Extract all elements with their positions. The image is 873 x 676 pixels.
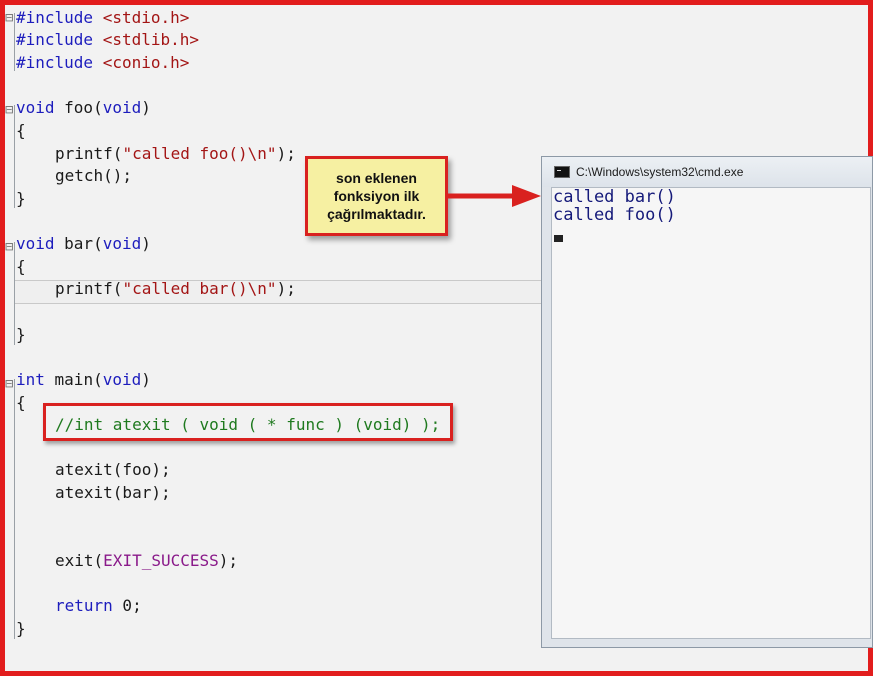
code-line-foo-signature: void foo(void) [16,97,151,119]
cmd-icon [554,166,570,178]
code-line-foo-printf: printf("called foo()\n"); [55,143,296,165]
keyword-int: int [16,370,45,389]
string-literal: "called foo()\n" [122,144,277,163]
return-value: 0; [112,596,142,615]
console-cursor [554,235,563,242]
fold-guide [14,379,15,639]
keyword-void: void [102,98,142,117]
code-line-brace: { [16,257,26,276]
code-line-include-stdio: #include <stdio.h> [16,7,189,29]
annotation-callout: son eklenen fonksiyon ilk çağrılmaktadır… [305,156,448,236]
punctuation: ); [218,551,239,570]
preprocessor-directive: #include [16,30,94,49]
callout-text-line: son eklenen [336,170,417,186]
function-name: foo( [54,98,103,117]
fold-toggle-icon[interactable]: ⊟ [5,103,15,117]
keyword-return: return [55,596,113,615]
code-line-atexit-bar: atexit(bar); [55,483,171,502]
console-title-bar[interactable]: C:\Windows\system32\cmd.exe [542,157,872,187]
code-line-atexit-foo: atexit(foo); [55,460,171,479]
header-name: <stdlib.h> [102,30,200,49]
fold-guide [14,242,15,345]
code-line-bar-printf: printf("called bar()\n"); [55,278,296,300]
keyword-void: void [102,370,142,389]
fold-toggle-icon[interactable]: ⊟ [5,377,15,391]
code-line-include-stdlib: #include <stdlib.h> [16,29,199,51]
header-name: <stdio.h> [102,8,190,27]
fold-toggle-icon[interactable]: ⊟ [5,11,15,25]
preprocessor-directive: #include [16,8,94,27]
code-line-bar-signature: void bar(void) [16,233,151,255]
code-line-brace: } [16,325,26,344]
code-line-getch: getch(); [55,166,133,185]
paren: ) [141,98,151,117]
function-name: main( [44,370,103,389]
fold-toggle-icon[interactable]: ⊟ [5,240,15,254]
paren: ) [141,370,151,389]
code-line-return: return 0; [55,595,142,617]
preprocessor-directive: #include [16,53,94,72]
console-output-line: called foo() [553,205,676,225]
console-output-area[interactable]: called bar() called foo() [551,187,871,639]
macro-constant: EXIT_SUCCESS [103,551,219,570]
punctuation: ); [276,144,296,163]
code-line-brace: } [16,619,26,638]
function-call: printf( [55,279,123,298]
code-line-brace: } [16,189,26,208]
code-line-main-signature: int main(void) [16,369,151,391]
function-call: printf( [55,144,123,163]
code-line-exit: exit(EXIT_SUCCESS); [55,550,238,572]
callout-text-line: çağrılmaktadır. [327,206,426,222]
keyword-void: void [102,234,142,253]
paren: ) [141,234,151,253]
code-line-brace: { [16,121,26,140]
callout-text-line: fonksiyon ilk [333,188,420,204]
function-call: exit( [55,551,104,570]
console-output-line: called bar() [553,187,676,207]
console-window[interactable]: C:\Windows\system32\cmd.exe called bar()… [541,156,873,648]
console-title: C:\Windows\system32\cmd.exe [576,165,744,179]
fold-guide [14,105,15,208]
string-literal: "called bar()\n" [122,279,277,298]
keyword-void: void [16,234,55,253]
comment-highlight-box [43,403,453,441]
header-name: <conio.h> [102,53,190,72]
punctuation: ); [276,279,296,298]
code-line-include-conio: #include <conio.h> [16,52,189,74]
code-line-brace: { [16,393,26,412]
function-name: bar( [54,234,103,253]
arrow-right-icon [448,185,541,207]
keyword-void: void [16,98,55,117]
